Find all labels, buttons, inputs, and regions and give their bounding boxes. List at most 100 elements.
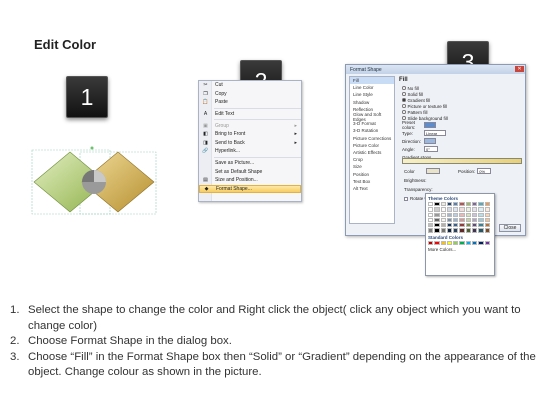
color-swatch[interactable] [465,228,472,233]
color-swatch[interactable] [440,207,446,212]
color-swatch[interactable] [478,202,484,207]
radio-button[interactable] [402,86,406,90]
color-swatch[interactable] [453,228,459,233]
color-swatch[interactable] [434,212,440,217]
direction-button[interactable] [424,138,436,144]
category-item[interactable]: Line Style [350,91,394,98]
menu-item-set-as-default-shape[interactable]: Set as Default Shape [199,167,301,176]
menu-item-group[interactable]: ▣ Group ▸ [199,121,301,130]
color-swatch[interactable] [472,217,478,223]
radio-button[interactable] [402,104,406,108]
color-swatch[interactable] [440,240,446,246]
color-swatch[interactable] [465,223,472,228]
color-swatch[interactable] [472,228,478,233]
color-swatch[interactable] [428,223,434,228]
color-swatch[interactable] [484,228,490,233]
category-item[interactable]: 3-D Rotation [350,127,394,134]
menu-item-size-and-position[interactable]: ▤ Size and Position... [199,176,301,185]
color-swatch[interactable] [484,240,490,246]
color-swatch[interactable] [446,223,453,228]
menu-item-cut[interactable]: ✂ Cut [199,81,301,90]
color-swatch[interactable] [472,212,478,217]
color-swatch[interactable] [478,207,484,212]
color-swatch[interactable] [428,207,434,212]
color-swatch[interactable] [478,212,484,217]
color-swatch[interactable] [465,240,472,246]
color-swatch[interactable] [453,212,459,217]
color-swatch[interactable] [459,212,465,217]
color-swatch[interactable] [434,223,440,228]
angle-input[interactable]: 0° [424,146,438,152]
menu-item-edit-text[interactable]: A Edit Text [199,110,301,119]
color-swatch[interactable] [459,217,465,223]
color-swatch[interactable] [459,228,465,233]
color-swatch[interactable] [465,207,472,212]
color-swatch[interactable] [465,202,472,207]
category-item[interactable]: Picture Color [350,142,394,149]
color-swatch[interactable] [472,207,478,212]
more-colors-link[interactable]: More Colors... [428,247,492,252]
close-button[interactable]: Close [499,224,521,232]
menu-item-send-to-back[interactable]: ◨ Send to Back ▸ [199,139,301,148]
color-swatch[interactable] [484,217,490,223]
color-swatch[interactable] [446,217,453,223]
color-swatch[interactable] [459,207,465,212]
color-swatch[interactable] [446,240,453,246]
color-swatch[interactable] [434,240,440,246]
color-swatch[interactable] [472,223,478,228]
color-picker-button[interactable] [426,168,440,174]
color-swatch[interactable] [472,240,478,246]
color-swatch[interactable] [465,212,472,217]
color-swatch[interactable] [453,217,459,223]
color-swatch[interactable] [459,223,465,228]
color-swatch[interactable] [472,202,478,207]
color-swatch[interactable] [428,202,434,207]
color-swatch[interactable] [484,207,490,212]
category-item[interactable]: Picture Corrections [350,135,394,142]
category-item[interactable]: Alt Text [350,185,394,192]
color-swatch[interactable] [453,207,459,212]
radio-button[interactable] [402,92,406,96]
radio-button[interactable] [402,110,406,114]
color-swatch[interactable] [446,202,453,207]
radio-button[interactable] [402,98,406,102]
color-swatch[interactable] [428,228,434,233]
close-icon[interactable]: ✕ [515,66,524,72]
menu-item-format-shape[interactable]: ◆ Format Shape... [199,184,301,194]
color-swatch[interactable] [440,223,446,228]
color-swatch[interactable] [459,202,465,207]
position-input[interactable]: 0% [477,168,492,174]
color-swatch[interactable] [459,240,465,246]
color-swatch[interactable] [484,202,490,207]
color-swatch[interactable] [453,202,459,207]
rotate-handle[interactable] [90,146,94,150]
color-swatch[interactable] [428,240,434,246]
category-item[interactable]: Line Color [350,84,394,91]
menu-item-save-as-picture[interactable]: Save as Picture... [199,159,301,168]
category-item[interactable]: Fill [350,77,394,85]
color-swatch[interactable] [440,217,446,223]
color-swatch[interactable] [465,217,472,223]
diamond-shapes[interactable] [30,146,158,218]
color-swatch[interactable] [434,207,440,212]
color-swatch[interactable] [478,228,484,233]
color-swatch[interactable] [478,223,484,228]
menu-item-paste[interactable]: 📋 Paste [199,98,301,107]
color-swatch[interactable] [478,240,484,246]
type-select[interactable]: Linear [424,130,446,136]
menu-item-bring-to-front[interactable]: ◧ Bring to Front ▸ [199,130,301,139]
color-swatch[interactable] [440,212,446,217]
menu-item-hyperlink[interactable]: 🔗 Hyperlink... [199,147,301,156]
color-swatch[interactable] [428,217,434,223]
color-swatch[interactable] [446,207,453,212]
color-swatch[interactable] [453,223,459,228]
color-swatch[interactable] [440,202,446,207]
color-swatch[interactable] [446,228,453,233]
preset-colors-button[interactable] [424,122,436,128]
category-item[interactable]: Shadow [350,99,394,106]
color-swatch[interactable] [484,223,490,228]
color-swatch[interactable] [446,212,453,217]
category-item[interactable]: Text Box [350,178,394,185]
gradient-stops-bar[interactable] [402,158,522,164]
color-swatch[interactable] [434,217,440,223]
